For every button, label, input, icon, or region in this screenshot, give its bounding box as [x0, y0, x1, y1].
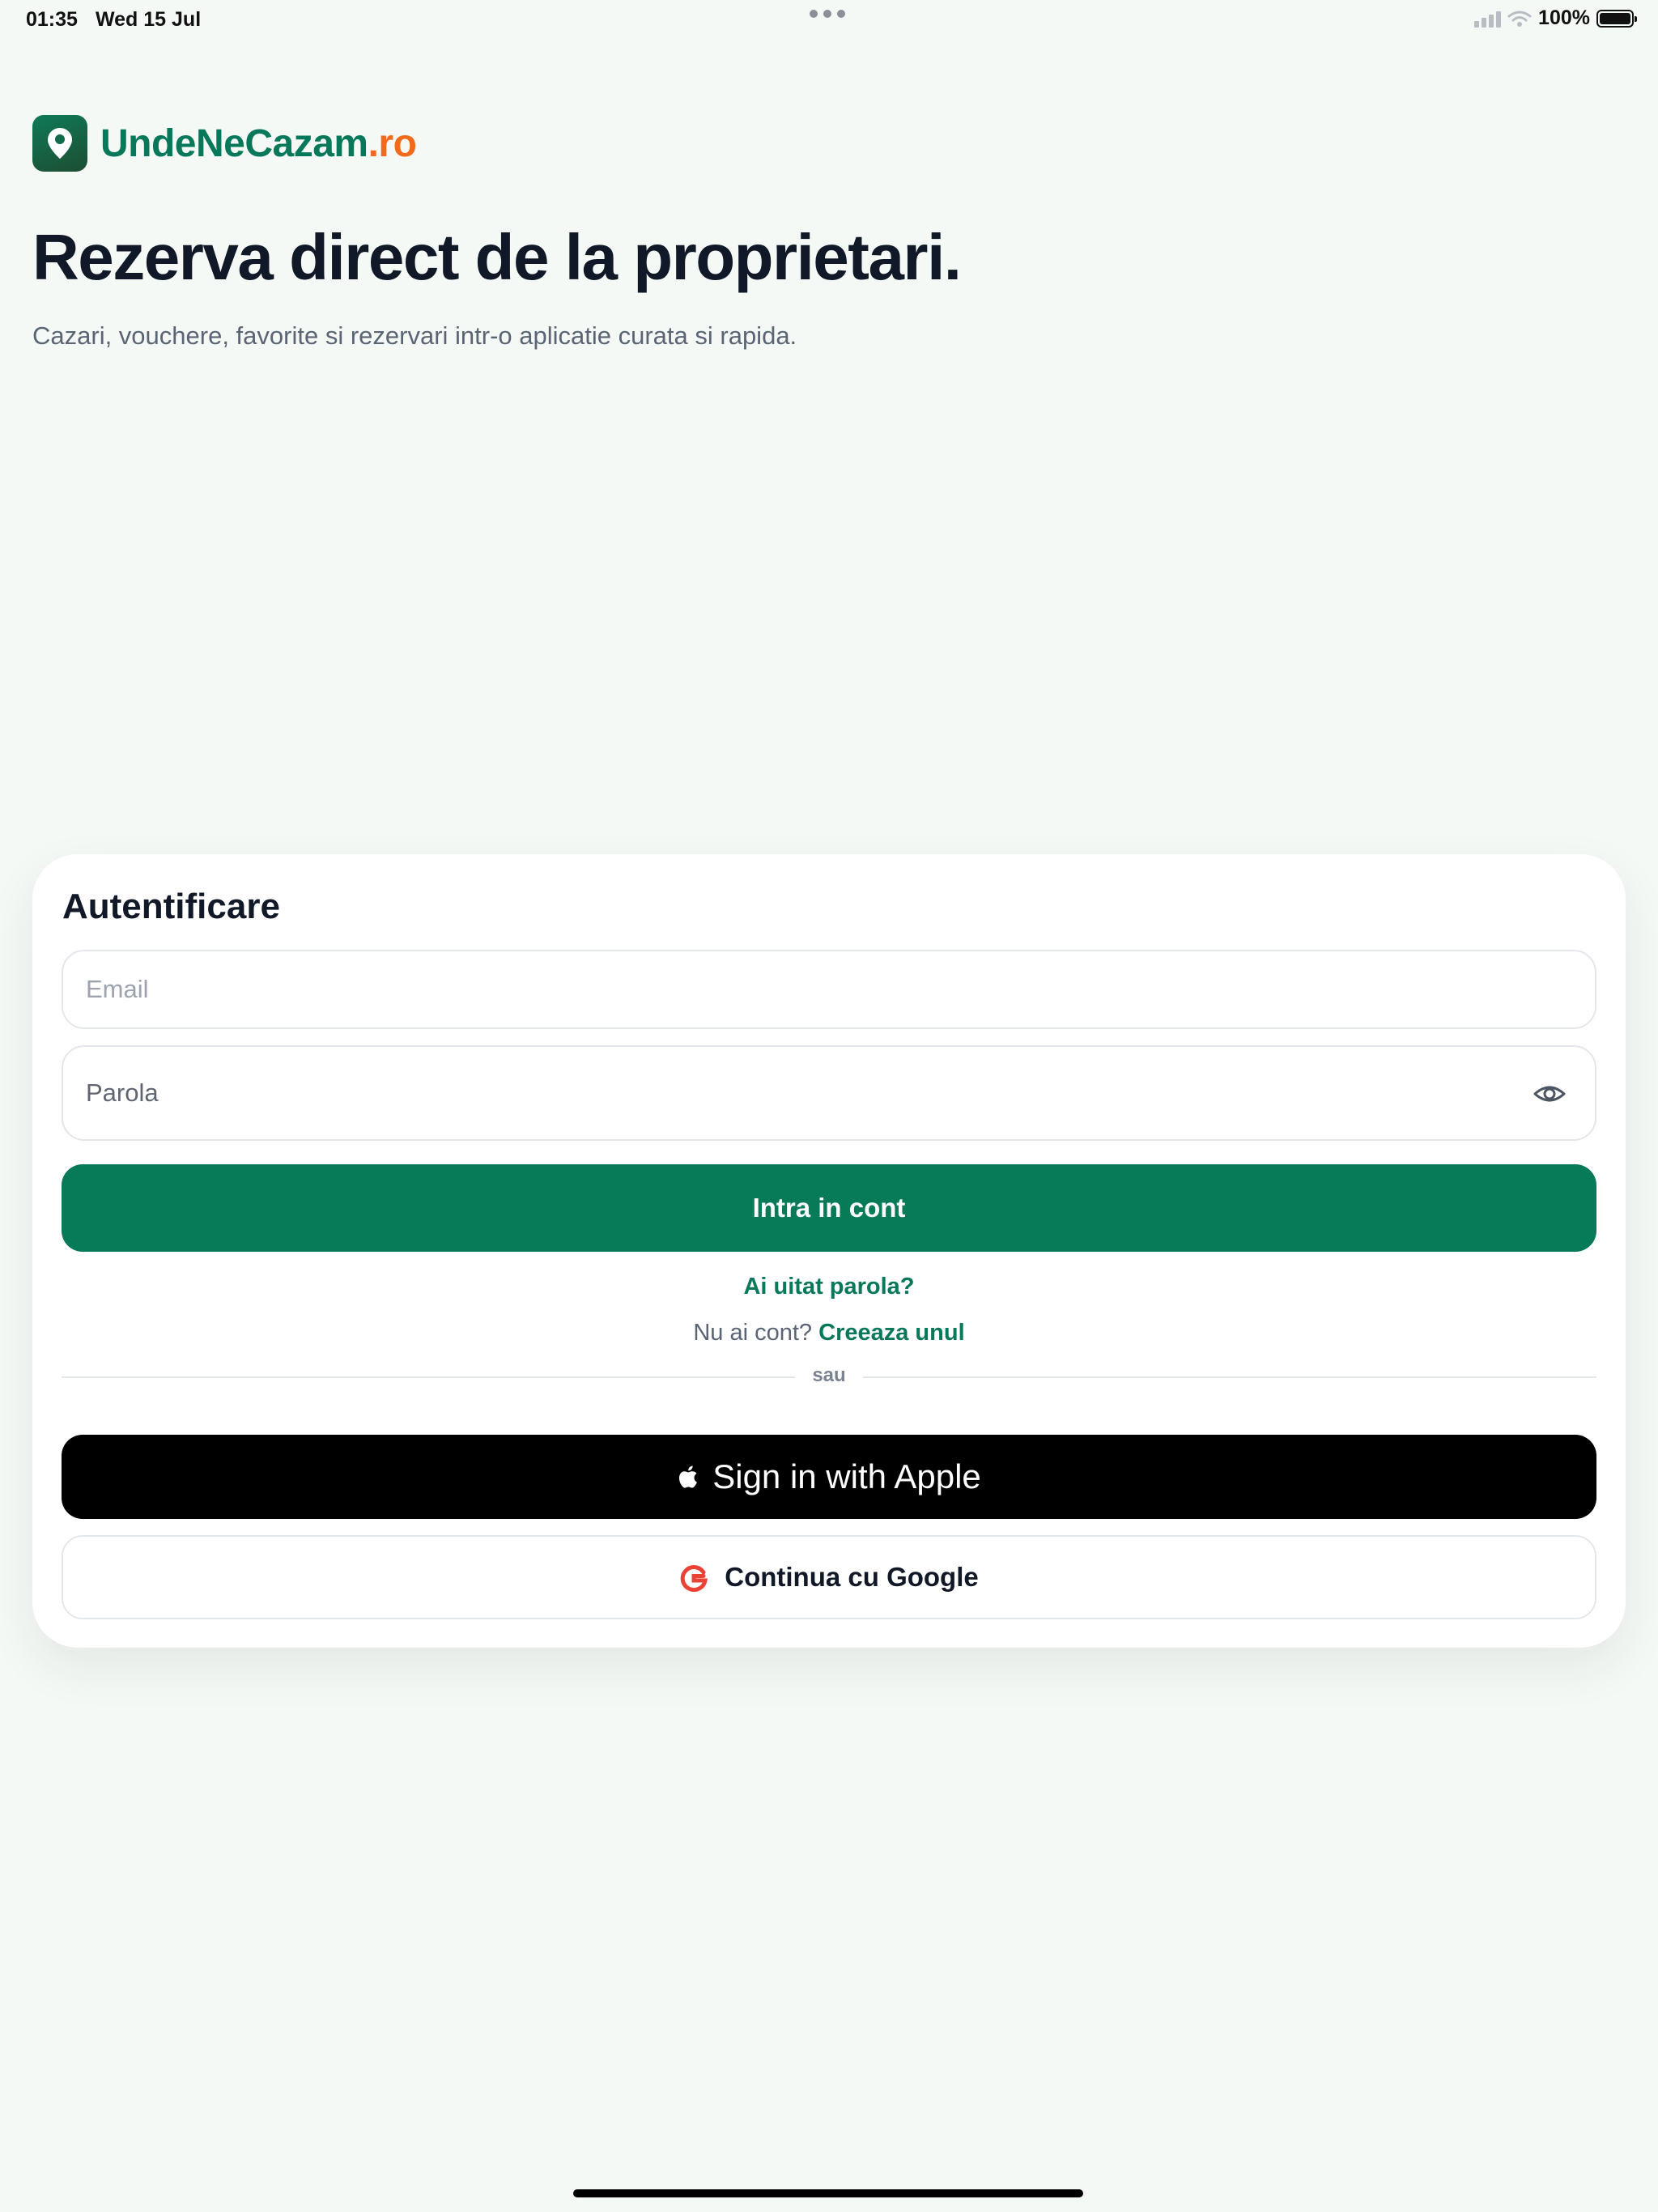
google-icon — [681, 1565, 708, 1592]
login-button[interactable]: Intra in cont — [62, 1164, 1596, 1252]
forgot-password-link[interactable]: Ai uitat parola? — [32, 1274, 1626, 1300]
auth-title: Autentificare — [62, 887, 280, 926]
brand-name-main: UndeNeCazam — [100, 121, 368, 165]
wifi-icon — [1507, 11, 1532, 27]
email-input[interactable] — [63, 974, 1595, 1005]
sign-in-with-apple-button[interactable]: Sign in with Apple — [62, 1435, 1596, 1519]
brand-logo-lockup: UndeNeCazam.ro — [32, 115, 417, 172]
password-input[interactable] — [63, 1078, 1595, 1108]
divider-label: sau — [812, 1364, 846, 1386]
status-date: Wed 15 Jul — [96, 8, 202, 31]
or-divider: sau — [62, 1364, 1596, 1389]
brand-name: UndeNeCazam.ro — [100, 121, 417, 166]
cellular-signal-icon — [1474, 10, 1502, 28]
auth-card: Autentificare Intra in cont Ai uitat par… — [32, 854, 1626, 1648]
no-account-text: Nu ai cont? — [693, 1320, 813, 1346]
battery-percentage: 100% — [1538, 6, 1590, 29]
page-subtitle: Cazari, vouchere, favorite si rezervari … — [32, 321, 797, 350]
status-time: 01:35 — [26, 8, 78, 31]
status-indicators: 100% — [1474, 6, 1637, 30]
brand-name-tld: .ro — [368, 121, 417, 165]
continue-with-google-button[interactable]: Continua cu Google — [62, 1535, 1596, 1619]
password-field[interactable] — [62, 1045, 1596, 1141]
home-indicator[interactable] — [573, 2189, 1083, 2197]
apple-button-label: Sign in with Apple — [712, 1457, 981, 1495]
create-account-link[interactable]: Creeaza unul — [818, 1320, 965, 1346]
battery-icon — [1596, 9, 1637, 28]
multitasking-dots-icon[interactable] — [810, 10, 845, 18]
page-title: Rezerva direct de la proprietari. — [32, 221, 962, 293]
location-pin-icon — [32, 115, 87, 172]
divider-line-right — [863, 1376, 1596, 1378]
google-button-label: Continua cu Google — [725, 1562, 979, 1592]
apple-icon — [679, 1465, 698, 1488]
status-bar: 01:35 Wed 15 Jul 100% — [0, 0, 1658, 39]
show-password-eye-icon[interactable] — [1533, 1079, 1566, 1108]
email-field[interactable] — [62, 950, 1596, 1029]
signup-row: Nu ai cont? Creeaza unul — [32, 1320, 1626, 1346]
